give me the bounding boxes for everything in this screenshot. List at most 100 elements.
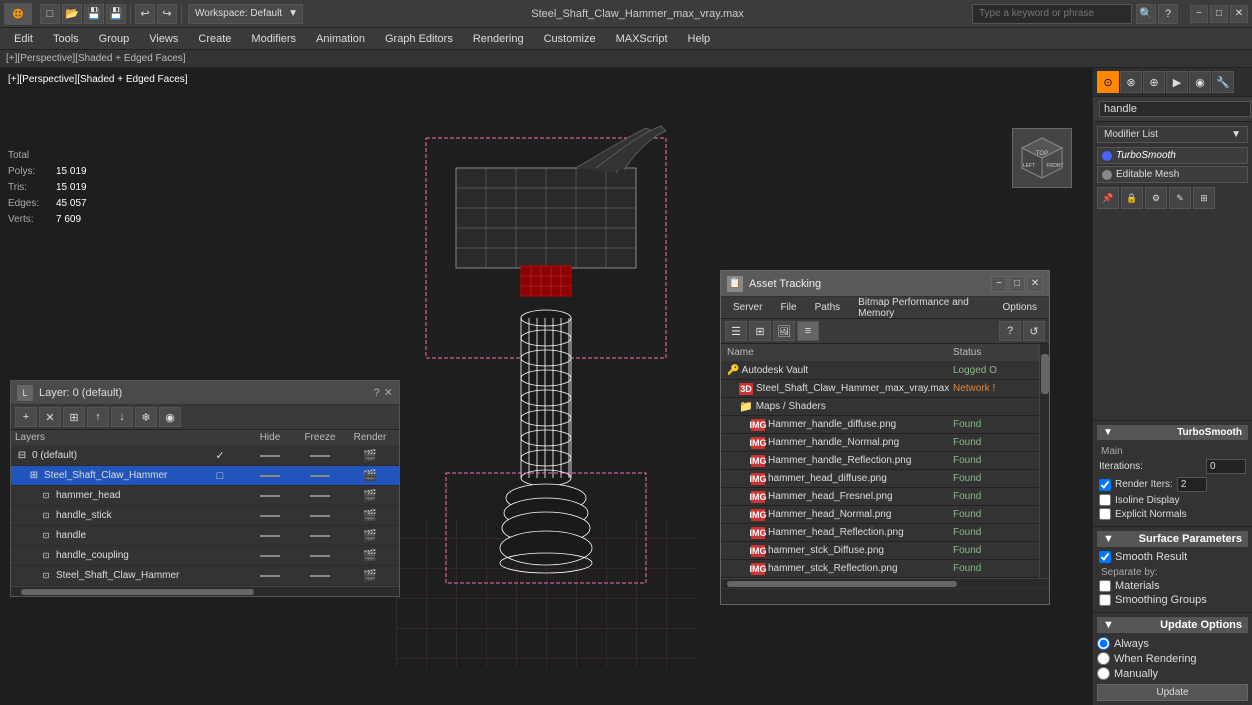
menu-graph-editors[interactable]: Graph Editors bbox=[375, 28, 463, 50]
iterations-input[interactable] bbox=[1206, 459, 1246, 474]
asset-row-maps[interactable]: 📁 Maps / Shaders bbox=[721, 398, 1039, 416]
menu-tools[interactable]: Tools bbox=[43, 28, 89, 50]
undo-btn[interactable]: ↩ bbox=[135, 4, 155, 24]
layers-delete-btn[interactable]: ✕ bbox=[39, 407, 61, 427]
rpanel-hierarchy-icon[interactable]: ⊕ bbox=[1143, 71, 1165, 93]
asset-menu-bitmap[interactable]: Bitmap Performance and Memory bbox=[850, 296, 992, 320]
always-radio[interactable] bbox=[1097, 637, 1110, 650]
layer-row-coupling[interactable]: ⊡ handle_coupling 🎬 bbox=[11, 546, 399, 566]
menu-maxscript[interactable]: MAXScript bbox=[606, 28, 678, 50]
layers-render-btn[interactable]: ◉ bbox=[159, 407, 181, 427]
layer-row-handle[interactable]: ⊡ handle 🎬 bbox=[11, 526, 399, 546]
close-btn[interactable]: ✕ bbox=[1230, 5, 1248, 23]
search-input[interactable] bbox=[972, 4, 1132, 24]
layer-row-steel-shaft[interactable]: ⊡ Steel_Shaft_Claw_Hammer 🎬 bbox=[11, 566, 399, 586]
asset-maximize-btn[interactable]: □ bbox=[1009, 276, 1025, 292]
maximize-btn[interactable]: □ bbox=[1210, 5, 1228, 23]
menu-animation[interactable]: Animation bbox=[306, 28, 375, 50]
new-btn[interactable]: □ bbox=[40, 4, 60, 24]
rpanel-display2-icon[interactable]: ◉ bbox=[1189, 71, 1211, 93]
asset-row-vault[interactable]: 🔑 Autodesk Vault Logged O bbox=[721, 362, 1039, 380]
asset-row-img2[interactable]: IMG Hammer_handle_Normal.png Found bbox=[721, 434, 1039, 452]
menu-create[interactable]: Create bbox=[188, 28, 241, 50]
asset-vscroll[interactable] bbox=[1039, 344, 1049, 578]
workspace-dropdown[interactable]: Workspace: Default ▼ bbox=[188, 4, 303, 24]
save-btn[interactable]: 💾 bbox=[84, 4, 104, 24]
asset-row-img7[interactable]: IMG Hammer_head_Reflection.png Found bbox=[721, 524, 1039, 542]
layer-row-0[interactable]: ⊟ 0 (default) ✓ 🎬 bbox=[11, 446, 399, 466]
layers-select-btn[interactable]: ↑ bbox=[87, 407, 109, 427]
layers-freeze-btn[interactable]: ❄ bbox=[135, 407, 157, 427]
asset-row-img4[interactable]: IMG hammer_head_diffuse.png Found bbox=[721, 470, 1039, 488]
modifier-editable-mesh[interactable]: Editable Mesh bbox=[1097, 166, 1248, 183]
rpanel-motion-icon[interactable]: ▶ bbox=[1166, 71, 1188, 93]
layer-row-hammer-head[interactable]: ⊡ hammer_head 🎬 bbox=[11, 486, 399, 506]
menu-edit[interactable]: Edit bbox=[4, 28, 43, 50]
open-btn[interactable]: 📂 bbox=[62, 4, 82, 24]
modifier-list-dropdown[interactable]: Modifier List ▼ bbox=[1097, 126, 1248, 143]
mod-icon5[interactable]: ⊞ bbox=[1193, 187, 1215, 209]
rpanel-utilities-icon[interactable]: 🔧 bbox=[1212, 71, 1234, 93]
asset-menu-server[interactable]: Server bbox=[725, 301, 770, 314]
smoothing-groups-checkbox[interactable] bbox=[1099, 594, 1111, 606]
rpanel-modify-icon[interactable]: ⊗ bbox=[1120, 71, 1142, 93]
render-iters-input[interactable] bbox=[1177, 477, 1207, 492]
asset-tb-grid-btn[interactable]: ⊞ bbox=[749, 321, 771, 341]
object-name-input[interactable] bbox=[1099, 101, 1251, 117]
layers-add-btn[interactable]: ⊞ bbox=[63, 407, 85, 427]
mod-icon2[interactable]: 🔒 bbox=[1121, 187, 1143, 209]
layers-help-btn[interactable]: ? bbox=[374, 387, 380, 399]
ts-collapse-icon[interactable]: ▼ bbox=[1103, 427, 1113, 438]
help-btn[interactable]: ? bbox=[1158, 4, 1178, 24]
render-iters-checkbox[interactable] bbox=[1099, 479, 1111, 491]
menu-views[interactable]: Views bbox=[139, 28, 188, 50]
smooth-result-checkbox[interactable] bbox=[1099, 551, 1111, 563]
mod-icon1[interactable]: 📌 bbox=[1097, 187, 1119, 209]
asset-row-maxfile[interactable]: 3D Steel_Shaft_Claw_Hammer_max_vray.max … bbox=[721, 380, 1039, 398]
asset-tb-detail-btn[interactable]: ≡ bbox=[797, 321, 819, 341]
minimize-btn[interactable]: − bbox=[1190, 5, 1208, 23]
update-collapse-icon[interactable]: ▼ bbox=[1103, 619, 1114, 631]
layers-close-btn[interactable]: ✕ bbox=[384, 386, 393, 399]
layer-row-1[interactable]: ⊞ Steel_Shaft_Claw_Hammer □ 🎬 bbox=[11, 466, 399, 486]
menu-rendering[interactable]: Rendering bbox=[463, 28, 534, 50]
asset-menu-options[interactable]: Options bbox=[995, 301, 1045, 314]
asset-row-img9[interactable]: IMG hammer_stck_Reflection.png Found bbox=[721, 560, 1039, 578]
search-btn[interactable]: 🔍 bbox=[1136, 4, 1156, 24]
redo-btn[interactable]: ↪ bbox=[157, 4, 177, 24]
asset-tb-list-btn[interactable]: ☰ bbox=[725, 321, 747, 341]
menu-customize[interactable]: Customize bbox=[534, 28, 606, 50]
asset-row-img3[interactable]: IMG Hammer_handle_Reflection.png Found bbox=[721, 452, 1039, 470]
rpanel-display-icon[interactable]: ⊙ bbox=[1097, 71, 1119, 93]
mod-icon4[interactable]: ✎ bbox=[1169, 187, 1191, 209]
asset-hscroll-thumb[interactable] bbox=[727, 581, 957, 587]
materials-checkbox[interactable] bbox=[1099, 580, 1111, 592]
asset-tb-help-btn[interactable]: ? bbox=[999, 321, 1021, 341]
asset-tb-refresh-btn[interactable]: ↺ bbox=[1023, 321, 1045, 341]
explicit-normals-checkbox[interactable] bbox=[1099, 508, 1111, 520]
modifier-turbosmooth[interactable]: TurboSmooth bbox=[1097, 147, 1248, 164]
asset-row-img5[interactable]: IMG Hammer_head_Fresnel.png Found bbox=[721, 488, 1039, 506]
update-button[interactable]: Update bbox=[1097, 684, 1248, 701]
menu-group[interactable]: Group bbox=[89, 28, 140, 50]
menu-modifiers[interactable]: Modifiers bbox=[241, 28, 306, 50]
asset-tb-thumb-btn[interactable]: 🖼 bbox=[773, 321, 795, 341]
asset-minimize-btn[interactable]: − bbox=[991, 276, 1007, 292]
layers-scrollbar-thumb[interactable] bbox=[21, 589, 254, 595]
mod-icon3[interactable]: ⚙ bbox=[1145, 187, 1167, 209]
surface-collapse-icon[interactable]: ▼ bbox=[1103, 533, 1114, 545]
menu-help[interactable]: Help bbox=[678, 28, 721, 50]
manually-radio[interactable] bbox=[1097, 667, 1110, 680]
asset-row-img6[interactable]: IMG Hammer_head_Normal.png Found bbox=[721, 506, 1039, 524]
asset-hscroll[interactable] bbox=[721, 578, 1049, 588]
asset-close-btn[interactable]: ✕ bbox=[1027, 276, 1043, 292]
layers-new-btn[interactable]: + bbox=[15, 407, 37, 427]
layers-scrollbar[interactable] bbox=[11, 586, 399, 596]
layers-hide-btn[interactable]: ↓ bbox=[111, 407, 133, 427]
viewport-cube[interactable]: TOP LEFT FRONT bbox=[1012, 128, 1072, 188]
asset-row-img1[interactable]: IMG Hammer_handle_diffuse.png Found bbox=[721, 416, 1039, 434]
asset-menu-paths[interactable]: Paths bbox=[807, 301, 849, 314]
save-as-btn[interactable]: 💾 bbox=[106, 4, 126, 24]
asset-menu-file[interactable]: File bbox=[772, 301, 804, 314]
layer-row-handle-stick[interactable]: ⊡ handle_stick 🎬 bbox=[11, 506, 399, 526]
